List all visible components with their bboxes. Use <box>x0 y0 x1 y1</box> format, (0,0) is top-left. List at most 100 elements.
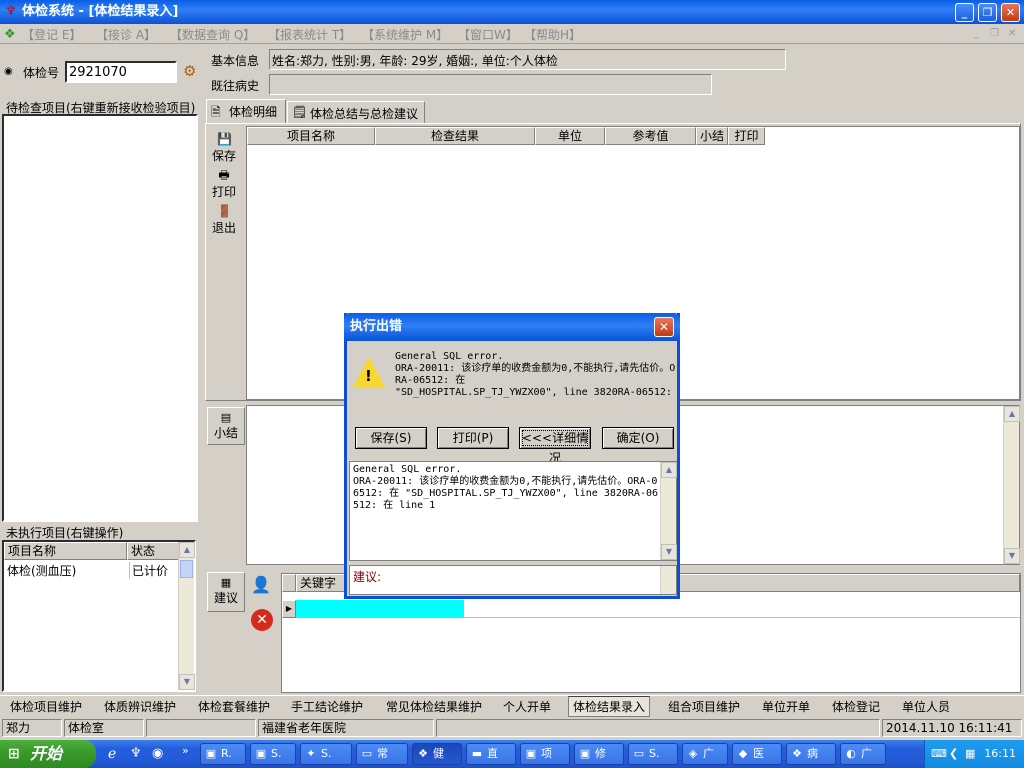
btab-result-entry[interactable]: 体检结果录入 <box>568 696 651 717</box>
mdi-restore-icon[interactable]: ❐ <box>990 28 999 39</box>
keyword-cell-selected[interactable] <box>296 600 464 618</box>
print-button[interactable]: 🖶 打印 <box>207 168 241 200</box>
window-title: 体检系统 - [体检结果录入] <box>22 4 179 19</box>
ie-quicklaunch-icon[interactable]: ℯ <box>108 746 116 762</box>
restore-button[interactable]: ❐ <box>978 3 997 22</box>
table-row[interactable]: 体检(测血压) 已计价 <box>4 561 179 579</box>
grid-header-item-name[interactable]: 项目名称 <box>247 127 375 145</box>
save-button-label: 保存 <box>211 149 236 163</box>
task-window-icon: ◐ <box>846 747 856 760</box>
task-item-3[interactable]: ✦ S. <box>300 743 352 765</box>
tray-collapse-icon[interactable]: ❮ <box>949 740 958 768</box>
btab-registration[interactable]: 体检登记 <box>832 698 880 718</box>
start-button[interactable]: ⊞ 开始 <box>0 740 96 768</box>
mdi-close-icon[interactable]: ✕ <box>1008 28 1016 39</box>
dialog-suggest-box[interactable]: 建议: <box>349 565 677 595</box>
grid-header-print[interactable]: 打印 <box>728 127 765 145</box>
unexec-scrollbar[interactable]: ▲ ▼ <box>178 542 195 690</box>
quicklaunch-more-icon[interactable]: » <box>182 744 189 757</box>
dialog-print-button[interactable]: 打印(P) <box>437 427 509 449</box>
detail-scroll-up-icon[interactable]: ▲ <box>661 462 677 478</box>
summary-scroll-up-icon[interactable]: ▲ <box>1004 406 1020 422</box>
menu-register[interactable]: 【登记 E】 <box>22 26 81 43</box>
menu-query[interactable]: 【数据查询 Q】 <box>170 26 255 43</box>
exam-no-radio[interactable]: ◉ <box>4 63 13 77</box>
detail-scroll-down-icon[interactable]: ▼ <box>661 544 677 560</box>
task-item-1[interactable]: ▣ R. <box>200 743 246 765</box>
minimize-button[interactable]: _ <box>955 3 974 22</box>
pending-items-list[interactable] <box>2 114 198 522</box>
task-item-8-label: 修 <box>595 747 606 760</box>
dialog-close-button[interactable]: ✕ <box>654 317 674 337</box>
grid-header-reference[interactable]: 参考值 <box>605 127 696 145</box>
btab-personal-order[interactable]: 个人开单 <box>503 698 551 718</box>
task-item-9[interactable]: ▭ S. <box>628 743 678 765</box>
dialog-message: General SQL error. ORA-20011: 该诊疗单的收费金额为… <box>395 351 676 398</box>
browser-quicklaunch-icon[interactable]: ◉ <box>152 746 163 761</box>
task-item-5[interactable]: ❖ 健 <box>412 743 462 765</box>
btab-unit-staff[interactable]: 单位人员 <box>902 698 950 718</box>
task-item-1-label: R. <box>221 747 232 760</box>
task-item-8[interactable]: ▣ 修 <box>574 743 624 765</box>
tab-exam-detail[interactable]: 🗎 体检明细 <box>206 99 286 123</box>
grid-header-summary[interactable]: 小结 <box>696 127 728 145</box>
scroll-down-arrow-icon[interactable]: ▼ <box>179 674 195 690</box>
task-item-10[interactable]: ◈ 广 <box>682 743 728 765</box>
task-item-2[interactable]: ▣ S. <box>250 743 296 765</box>
suggest-icon: ▦ <box>220 576 232 589</box>
task-item-13[interactable]: ◐ 广 <box>840 743 886 765</box>
dialog-details-button[interactable]: <<<详细情况 <box>519 427 591 465</box>
menu-reception[interactable]: 【接诊 A】 <box>96 26 156 43</box>
task-item-4[interactable]: ▭ 常 <box>356 743 408 765</box>
tab-summary-suggest[interactable]: 🗒 体检总结与总检建议 <box>287 101 425 123</box>
task-window-icon: ▣ <box>525 747 537 760</box>
keyboard-icon[interactable]: ⌨ <box>931 740 947 768</box>
task-item-7[interactable]: ▣ 项 <box>520 743 570 765</box>
dialog-ok-button[interactable]: 确定(O) <box>602 427 674 449</box>
history-field[interactable] <box>269 74 712 95</box>
search-person-icon[interactable]: ⚙ <box>183 62 196 80</box>
menu-window[interactable]: 【窗口W】 <box>458 26 518 43</box>
btab-manual-conclusion[interactable]: 手工结论维护 <box>291 698 363 718</box>
scroll-up-arrow-icon[interactable]: ▲ <box>179 542 195 558</box>
save-button[interactable]: 💾 保存 <box>207 132 241 164</box>
btab-package[interactable]: 体检套餐维护 <box>198 698 270 718</box>
close-button[interactable]: ✕ <box>1001 3 1020 22</box>
suggest-scrollbar[interactable] <box>660 566 676 594</box>
exit-button[interactable]: 🚪 退出 <box>207 204 241 236</box>
btab-unit-order[interactable]: 单位开单 <box>762 698 810 718</box>
mdi-minimize-icon[interactable]: _ <box>974 28 979 39</box>
task-window-icon: ❖ <box>792 747 802 760</box>
menu-help[interactable]: 【帮助H】 <box>524 26 581 43</box>
summary-scroll-down-icon[interactable]: ▼ <box>1004 548 1020 564</box>
summary-scrollbar[interactable]: ▲ ▼ <box>1003 406 1020 564</box>
suggest-button[interactable]: ▦ 建议 <box>207 572 245 612</box>
col-header-name[interactable]: 项目名称 <box>4 542 127 560</box>
dialog-save-button[interactable]: 保存(S) <box>355 427 427 449</box>
folder-icon: ▭ <box>361 747 373 760</box>
scroll-thumb[interactable] <box>180 560 193 578</box>
col-header-status[interactable]: 状态 <box>127 542 179 560</box>
unexec-items-table[interactable]: 项目名称 状态 体检(测血压) 已计价 ▲ ▼ <box>2 540 196 692</box>
app-quicklaunch-icon[interactable]: ♆ <box>130 746 142 761</box>
detail-scrollbar[interactable]: ▲ ▼ <box>660 462 677 560</box>
network-icon[interactable]: ▦ <box>965 740 975 768</box>
btab-group-item[interactable]: 组合项目维护 <box>668 698 740 718</box>
btab-item-maintenance[interactable]: 体检项目维护 <box>10 698 82 718</box>
summary-button[interactable]: ▤ 小结 <box>207 407 245 445</box>
grid-header-result[interactable]: 检查结果 <box>375 127 535 145</box>
basic-info-label: 基本信息 <box>211 54 260 68</box>
menu-report[interactable]: 【报表统计 T】 <box>268 26 351 43</box>
keyword-row[interactable] <box>464 600 1020 618</box>
dialog-detail-box[interactable]: General SQL error. ORA-20011: 该诊疗单的收费金额为… <box>349 461 677 561</box>
delete-icon[interactable]: ✕ <box>251 609 273 631</box>
exam-no-input[interactable]: 2921070 <box>65 61 177 83</box>
doctor-icon[interactable]: 👤 <box>251 575 271 594</box>
task-item-11[interactable]: ◆ 医 <box>732 743 782 765</box>
task-item-6[interactable]: ▬ 直 <box>466 743 516 765</box>
grid-header-unit[interactable]: 单位 <box>535 127 605 145</box>
menu-system[interactable]: 【系统维护 M】 <box>362 26 448 43</box>
btab-constitution[interactable]: 体质辨识维护 <box>104 698 176 718</box>
btab-common-results[interactable]: 常见体检结果维护 <box>386 698 482 718</box>
task-item-12[interactable]: ❖ 病 <box>786 743 836 765</box>
